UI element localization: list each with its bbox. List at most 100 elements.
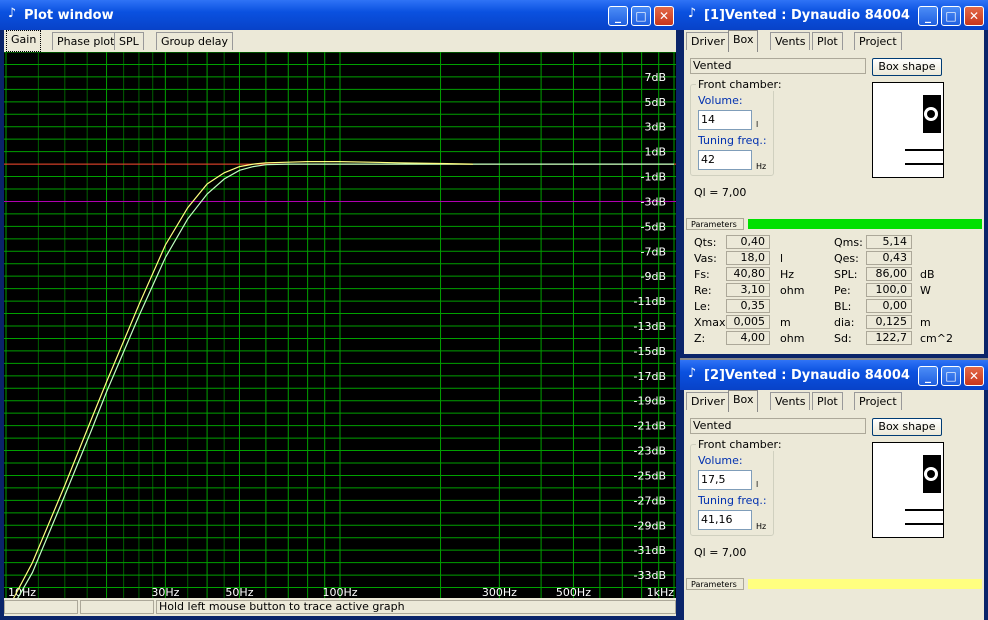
- param-unit: cm^2: [920, 332, 953, 345]
- param-value: 0,43: [866, 251, 912, 265]
- y-tick-label: 3dB: [644, 121, 666, 134]
- y-tick-label: 7dB: [644, 71, 666, 84]
- tab-box[interactable]: Box: [728, 30, 759, 52]
- y-tick-label: 1dB: [644, 146, 666, 159]
- tuning-unit: Hz: [756, 162, 767, 171]
- param-value: 4,00: [726, 331, 770, 345]
- tab-vents[interactable]: Vents: [770, 32, 811, 50]
- ql-label: Ql = 7,00: [694, 186, 747, 199]
- y-tick-label: -3dB: [641, 195, 667, 208]
- param-name: Qes:: [834, 252, 859, 265]
- plot-window-client: Gain Phase plot SPL Group delay 7dB 5dB 3d…: [4, 30, 676, 619]
- status-bar: Hold left mouse button to trace active g…: [4, 598, 676, 616]
- parameters-label: Parameters: [686, 578, 744, 590]
- tuning-unit: Hz: [756, 522, 767, 531]
- volume-input[interactable]: 17,5: [698, 470, 752, 490]
- tuning-input[interactable]: 42: [698, 150, 752, 170]
- gain-plot[interactable]: 7dB 5dB 3dB 1dB -1dB -3dB -5dB -7dB -9dB -11dB -13…: [4, 51, 676, 619]
- box-window-2: ♪ [2]Vented : Dynaudio 84004 D... _ □ ✕ …: [680, 360, 988, 620]
- volume-unit: l: [756, 480, 759, 489]
- param-name: Pe:: [834, 284, 851, 297]
- app-icon: ♪: [687, 6, 697, 21]
- status-text: Hold left mouse button to trace active g…: [156, 600, 676, 614]
- tab-spl[interactable]: SPL: [114, 32, 144, 50]
- box-shape-button[interactable]: Box shape: [872, 418, 942, 436]
- box-window-1-titlebar[interactable]: ♪ [1]Vented : Dynaudio 84004 D... _ □ ✕: [680, 0, 988, 30]
- tab-driver[interactable]: Driver: [686, 392, 730, 410]
- parameters-indicator: [748, 579, 982, 589]
- maximize-button[interactable]: □: [941, 6, 961, 26]
- param-name: Fs:: [694, 268, 710, 281]
- y-tick-label: -33dB: [634, 569, 667, 582]
- speaker-diagram-icon: [905, 95, 943, 165]
- box-shape-button[interactable]: Box shape: [872, 58, 942, 76]
- minimize-button[interactable]: _: [608, 6, 628, 26]
- param-name: BL:: [834, 300, 852, 313]
- maximize-button[interactable]: □: [631, 6, 651, 26]
- box-window-1: ♪ [1]Vented : Dynaudio 84004 D... _ □ ✕ …: [680, 0, 988, 358]
- plot-tabs: Gain Phase plot SPL Group delay: [4, 30, 676, 52]
- tab-plot[interactable]: Plot: [812, 32, 843, 50]
- minimize-button[interactable]: _: [918, 6, 938, 26]
- y-tick-label: 5dB: [644, 96, 666, 109]
- box-type-field: Vented: [690, 58, 866, 74]
- param-name: dia:: [834, 316, 855, 329]
- close-button[interactable]: ✕: [964, 6, 984, 26]
- param-name: SPL:: [834, 268, 858, 281]
- param-value: 18,0: [726, 251, 770, 265]
- close-button[interactable]: ✕: [654, 6, 674, 26]
- param-value: 0,00: [866, 299, 912, 313]
- y-tick-label: -11dB: [634, 295, 667, 308]
- close-button[interactable]: ✕: [964, 366, 984, 386]
- y-tick-label: -7dB: [641, 245, 667, 258]
- volume-label: Volume:: [698, 94, 743, 107]
- box1-tabs: Driver Box Vents Plot Project: [684, 30, 984, 52]
- y-tick-label: -15dB: [634, 345, 667, 358]
- tab-project[interactable]: Project: [854, 392, 902, 410]
- plot-window-title: Plot window: [24, 8, 114, 23]
- y-tick-label: -25dB: [634, 469, 667, 482]
- parameters-bar: Parameters: [684, 218, 984, 230]
- app-icon: ♪: [7, 6, 17, 21]
- param-unit: m: [920, 316, 931, 329]
- tab-plot[interactable]: Plot: [812, 392, 843, 410]
- tab-vents[interactable]: Vents: [770, 392, 811, 410]
- parameters-indicator: [748, 219, 982, 229]
- box-type-field: Vented: [690, 418, 866, 434]
- front-chamber-label: Front chamber:: [696, 438, 784, 451]
- box-window-2-titlebar[interactable]: ♪ [2]Vented : Dynaudio 84004 D... _ □ ✕: [680, 360, 988, 390]
- param-value: 122,7: [866, 331, 912, 345]
- status-panel-mid: [80, 600, 154, 614]
- param-value: 100,0: [866, 283, 912, 297]
- gain-chart[interactable]: 7dB 5dB 3dB 1dB -1dB -3dB -5dB -7dB -9dB -11dB -13…: [4, 51, 676, 619]
- param-name: Qms:: [834, 236, 863, 249]
- volume-input[interactable]: 14: [698, 110, 752, 130]
- param-value: 0,35: [726, 299, 770, 313]
- tab-phase-plot[interactable]: Phase plot: [52, 32, 120, 50]
- y-tick-label: -31dB: [634, 544, 667, 557]
- param-unit: Hz: [780, 268, 795, 281]
- box-window-1-client: Driver Box Vents Plot Project Vented Box…: [684, 30, 984, 354]
- param-value: 40,80: [726, 267, 770, 281]
- param-value: 5,14: [866, 235, 912, 249]
- y-tick-label: -5dB: [641, 220, 667, 233]
- tab-project[interactable]: Project: [854, 32, 902, 50]
- maximize-button[interactable]: □: [941, 366, 961, 386]
- tab-driver[interactable]: Driver: [686, 32, 730, 50]
- minimize-button[interactable]: _: [918, 366, 938, 386]
- box-window-1-title: [1]Vented : Dynaudio 84004 D...: [704, 8, 914, 23]
- param-name: Le:: [694, 300, 711, 313]
- y-tick-label: -27dB: [634, 494, 667, 507]
- tab-box[interactable]: Box: [728, 390, 759, 412]
- tuning-label: Tuning freq.:: [698, 494, 767, 507]
- y-tick-label: -17dB: [634, 370, 667, 383]
- param-unit: ohm: [780, 332, 805, 345]
- tab-gain[interactable]: Gain: [6, 30, 42, 52]
- volume-unit: l: [756, 120, 759, 129]
- tab-group-delay[interactable]: Group delay: [156, 32, 234, 50]
- tuning-input[interactable]: 41,16: [698, 510, 752, 530]
- param-unit: m: [780, 316, 791, 329]
- plot-window-titlebar[interactable]: ♪ Plot window _ □ ✕: [0, 0, 680, 30]
- param-value: 0,005: [726, 315, 770, 329]
- param-name: Xmax:: [694, 316, 730, 329]
